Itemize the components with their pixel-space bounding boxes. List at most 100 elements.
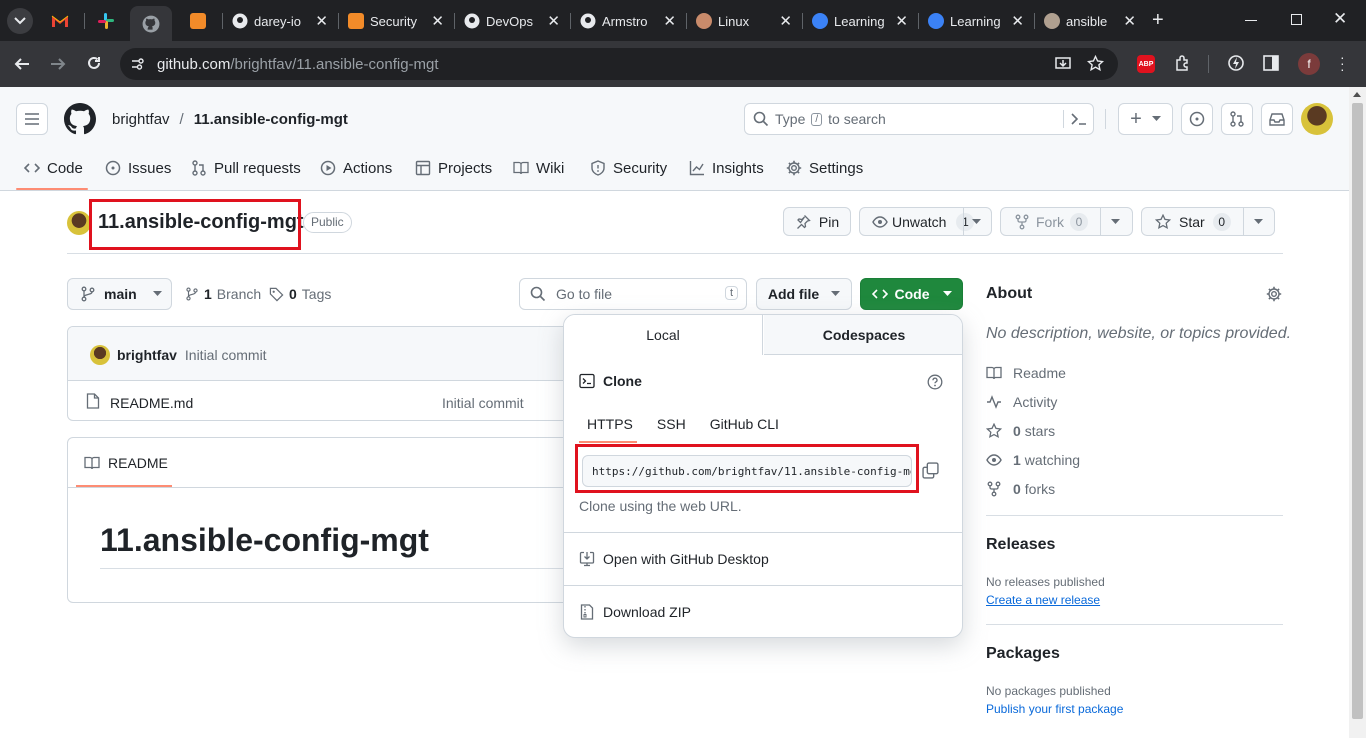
file-commit-message[interactable]: Initial commit — [442, 395, 524, 411]
command-palette-icon[interactable] — [1071, 112, 1087, 126]
branch-selector[interactable]: main — [67, 278, 172, 310]
activity-link[interactable]: Activity — [986, 394, 1057, 410]
pin-button[interactable]: Pin — [783, 207, 851, 236]
commit-author-avatar[interactable] — [90, 345, 110, 365]
breadcrumb-repo[interactable]: 11.ansible-config-mgt — [194, 111, 348, 128]
file-name[interactable]: README.md — [110, 395, 193, 411]
tab-linux[interactable]: Linux ✕ — [688, 7, 800, 35]
tab-codespaces[interactable]: Codespaces — [764, 315, 962, 355]
releases-title[interactable]: Releases — [986, 536, 1055, 554]
browser-menu-icon[interactable]: · · · — [1340, 50, 1345, 76]
address-bar[interactable]: github.com/brightfav/11.ansible-config-m… — [120, 48, 1118, 80]
protocol-github-cli[interactable]: GitHub CLI — [710, 416, 779, 432]
readme-link[interactable]: Readme — [986, 365, 1066, 381]
tab-ansible[interactable]: ansible ✕ — [1036, 7, 1144, 35]
open-github-desktop[interactable]: Open with GitHub Desktop — [579, 551, 769, 567]
profile-avatar[interactable]: f — [1298, 53, 1320, 75]
close-icon[interactable]: ✕ — [895, 12, 908, 30]
branches-link[interactable]: 1 Branch — [185, 286, 261, 302]
inbox-button[interactable] — [1261, 103, 1293, 135]
commit-message[interactable]: Initial commit — [185, 347, 267, 363]
tab-settings[interactable]: Settings — [786, 157, 863, 179]
create-release-link[interactable]: Create a new release — [986, 593, 1100, 607]
tab-slack[interactable] — [97, 12, 115, 30]
pull-requests-button[interactable] — [1221, 103, 1253, 135]
caret-down-icon[interactable] — [1111, 219, 1120, 225]
tab-wiki[interactable]: Wiki — [513, 157, 564, 179]
tab-security[interactable]: Security — [590, 157, 667, 179]
close-icon[interactable]: ✕ — [663, 12, 676, 30]
tab-gmail[interactable] — [51, 12, 69, 30]
tab-darey-io[interactable]: darey-io ✕ — [224, 7, 336, 35]
question-icon[interactable] — [927, 374, 943, 390]
site-info-icon[interactable] — [130, 57, 144, 71]
fork-button[interactable]: Fork 0 — [1000, 207, 1133, 236]
tab-learning-2[interactable]: Learning ✕ — [920, 7, 1032, 35]
file-row[interactable]: README.md Initial commit — [68, 381, 586, 420]
restore-icon[interactable] — [1291, 14, 1302, 25]
window-close-icon[interactable]: ✕ — [1333, 9, 1347, 29]
tab-orange[interactable] — [182, 7, 218, 35]
reload-icon[interactable] — [86, 55, 102, 71]
global-search-input[interactable]: Type / to search — [744, 103, 1094, 135]
bookmark-star-icon[interactable] — [1087, 55, 1104, 72]
caret-down-icon[interactable] — [1254, 219, 1263, 225]
publish-package-link[interactable]: Publish your first package — [986, 702, 1123, 716]
page-scrollbar[interactable] — [1349, 87, 1366, 738]
close-icon[interactable]: ✕ — [431, 12, 444, 30]
close-icon[interactable]: ✕ — [1123, 12, 1136, 30]
install-app-icon[interactable] — [1055, 56, 1072, 72]
copy-icon[interactable] — [922, 462, 939, 479]
tab-local[interactable]: Local — [564, 315, 763, 355]
gear-icon[interactable] — [1266, 286, 1282, 302]
user-avatar[interactable] — [1301, 103, 1333, 135]
tab-security[interactable]: Security ✕ — [340, 7, 452, 35]
forward-icon[interactable] — [50, 56, 66, 72]
tab-devops[interactable]: DevOps ✕ — [456, 7, 568, 35]
new-tab-button[interactable]: + — [1152, 9, 1164, 32]
protocol-https[interactable]: HTTPS — [587, 416, 633, 432]
tab-search-button[interactable] — [7, 8, 33, 34]
tab-projects[interactable]: Projects — [415, 157, 492, 179]
back-icon[interactable] — [14, 56, 30, 72]
packages-title[interactable]: Packages — [986, 645, 1060, 663]
extensions-puzzle-icon[interactable] — [1174, 54, 1192, 72]
commit-author[interactable]: brightfav — [117, 347, 177, 363]
tags-link[interactable]: 0 Tags — [269, 286, 331, 302]
close-icon[interactable]: ✕ — [547, 12, 560, 30]
issues-button[interactable] — [1181, 103, 1213, 135]
adblock-extension-icon[interactable]: ABP — [1137, 55, 1155, 73]
breadcrumb-owner[interactable]: brightfav — [112, 111, 170, 128]
tab-issues[interactable]: Issues — [105, 157, 171, 179]
create-new-button[interactable]: + — [1118, 103, 1173, 135]
close-icon[interactable]: ✕ — [315, 12, 328, 30]
tab-learning-1[interactable]: Learning ✕ — [804, 7, 916, 35]
watching-link[interactable]: 1 watching — [986, 452, 1080, 468]
star-button[interactable]: Star 0 — [1141, 207, 1275, 236]
repo-owner-avatar[interactable] — [67, 211, 91, 235]
add-file-button[interactable]: Add file — [756, 278, 852, 310]
minimize-icon[interactable] — [1245, 20, 1257, 21]
performance-icon[interactable] — [1227, 54, 1245, 72]
close-icon[interactable]: ✕ — [1011, 12, 1024, 30]
scrollbar-thumb[interactable] — [1352, 103, 1363, 719]
go-to-file-input[interactable]: Go to file t — [519, 278, 747, 310]
code-dropdown-button[interactable]: Code — [860, 278, 963, 310]
unwatch-button[interactable]: Unwatch 1 — [859, 207, 992, 236]
scroll-up-arrow[interactable] — [1353, 92, 1361, 97]
readme-tab[interactable]: README — [84, 455, 168, 471]
tab-actions[interactable]: Actions — [320, 157, 392, 179]
tab-armstro[interactable]: Armstro ✕ — [572, 7, 684, 35]
github-logo-icon[interactable] — [64, 103, 96, 135]
tab-active-github[interactable] — [130, 6, 172, 41]
protocol-ssh[interactable]: SSH — [657, 416, 686, 432]
stars-link[interactable]: 0 stars — [986, 423, 1055, 439]
tab-insights[interactable]: Insights — [689, 157, 764, 179]
close-icon[interactable]: ✕ — [779, 12, 792, 30]
hamburger-menu-button[interactable] — [16, 103, 48, 135]
caret-down-icon[interactable] — [972, 219, 981, 225]
tab-pull-requests[interactable]: Pull requests — [191, 157, 301, 179]
forks-link[interactable]: 0 forks — [986, 481, 1055, 497]
download-zip[interactable]: Download ZIP — [579, 604, 691, 620]
side-panel-icon[interactable] — [1263, 55, 1279, 71]
